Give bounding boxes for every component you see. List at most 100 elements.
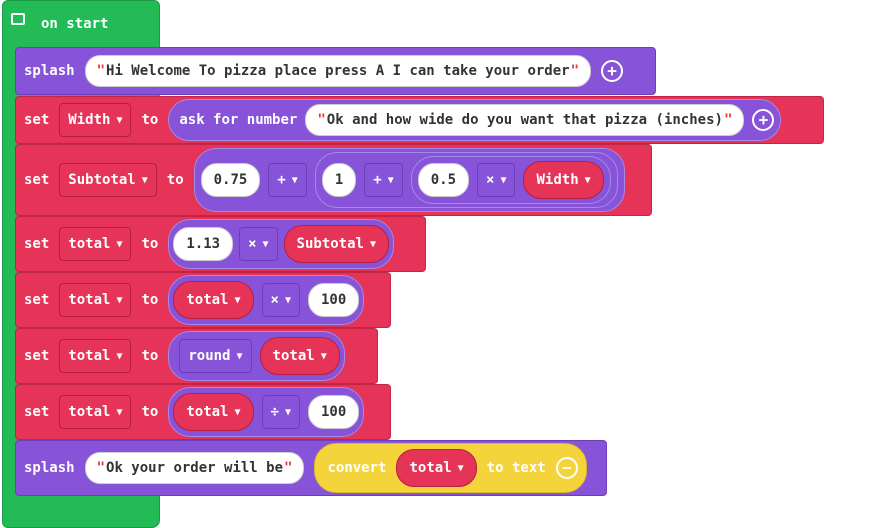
variable-reporter-total[interactable]: total ▼ xyxy=(259,337,340,375)
caret-down-icon: ▼ xyxy=(234,406,241,418)
caret-down-icon: ▼ xyxy=(500,174,507,186)
set-total-block[interactable]: set total ▼ to 1.13 × ▼ Subtotal ▼ xyxy=(15,216,426,272)
splash-text-input[interactable]: " Ok your order will be " xyxy=(84,452,305,484)
math-add-block-inner[interactable]: 1 + ▼ 0.5 × ▼ Width ▼ xyxy=(314,152,618,208)
to-keyword: to xyxy=(141,348,159,364)
variable-name: Width xyxy=(68,112,111,128)
operator-symbol: + xyxy=(277,172,286,188)
variable-name: total xyxy=(68,236,111,252)
operator-dropdown[interactable]: × ▼ xyxy=(477,163,516,197)
variable-dropdown-total[interactable]: total ▼ xyxy=(59,339,132,373)
variable-name: total xyxy=(186,404,229,420)
ask-for-number-block[interactable]: ask for number " Ok and how wide do you w… xyxy=(168,99,782,141)
set-total-block[interactable]: set total ▼ to total ▼ ÷ ▼ 100 xyxy=(15,384,391,440)
math-add-block[interactable]: 0.75 + ▼ 1 + ▼ 0.5 × ▼ Width ▼ xyxy=(193,148,625,212)
variable-reporter-width[interactable]: Width ▼ xyxy=(523,161,604,199)
caret-down-icon: ▼ xyxy=(387,174,394,186)
caret-down-icon: ▼ xyxy=(116,294,123,306)
variable-reporter-subtotal[interactable]: Subtotal ▼ xyxy=(283,225,389,263)
to-keyword: to xyxy=(141,236,159,252)
math-multiply-block[interactable]: 0.5 × ▼ Width ▼ xyxy=(410,156,611,204)
set-total-block[interactable]: set total ▼ to total ▼ × ▼ 100 xyxy=(15,272,391,328)
math-round-block[interactable]: round ▼ total ▼ xyxy=(168,331,345,381)
plus-circle-icon[interactable]: + xyxy=(601,60,624,82)
set-keyword: set xyxy=(24,172,50,188)
to-text-label: to text xyxy=(486,460,546,476)
set-keyword: set xyxy=(24,236,50,252)
operator-dropdown[interactable]: + ▼ xyxy=(268,163,307,197)
math-multiply-block[interactable]: 1.13 × ▼ Subtotal ▼ xyxy=(168,219,394,269)
ask-for-number-label: ask for number xyxy=(179,112,298,128)
splash-keyword: splash xyxy=(24,460,75,476)
set-keyword: set xyxy=(24,404,50,420)
splash-block[interactable]: splash " Ok your order will be " convert t… xyxy=(15,440,607,496)
caret-down-icon: ▼ xyxy=(369,238,376,250)
variable-dropdown-total[interactable]: total ▼ xyxy=(59,283,132,317)
math-multiply-block[interactable]: total ▼ × ▼ 100 xyxy=(168,275,365,325)
set-subtotal-block[interactable]: set Subtotal ▼ to 0.75 + ▼ 1 + ▼ 0.5 × ▼ Wid… xyxy=(15,144,652,216)
set-width-block[interactable]: set Width ▼ to ask for number " Ok and how… xyxy=(15,96,824,144)
ask-text-input[interactable]: " Ok and how wide do you want that pizza … xyxy=(305,104,745,136)
variable-name: total xyxy=(68,348,111,364)
variable-reporter-total[interactable]: total ▼ xyxy=(173,393,254,431)
caret-down-icon: ▼ xyxy=(116,406,123,418)
variable-dropdown-width[interactable]: Width ▼ xyxy=(59,103,132,137)
variable-reporter-total[interactable]: total ▼ xyxy=(396,449,477,487)
caret-down-icon: ▼ xyxy=(284,294,291,306)
caret-down-icon: ▼ xyxy=(234,294,241,306)
caret-down-icon: ▼ xyxy=(457,462,464,474)
math-divide-block[interactable]: total ▼ ÷ ▼ 100 xyxy=(168,387,365,437)
number-input[interactable]: 1 xyxy=(321,163,357,197)
convert-to-text-block[interactable]: convert total ▼ to text − xyxy=(314,443,587,493)
caret-down-icon: ▼ xyxy=(284,406,291,418)
caret-down-icon: ▼ xyxy=(141,174,148,186)
number-input[interactable]: 100 xyxy=(308,395,360,429)
set-keyword: set xyxy=(24,292,50,308)
splash-text-input[interactable]: " Hi Welcome To pizza place press A I can… xyxy=(84,55,592,87)
splash-block[interactable]: splash " Hi Welcome To pizza place press … xyxy=(15,47,656,95)
variable-name: total xyxy=(68,404,111,420)
operator-dropdown[interactable]: × ▼ xyxy=(239,227,278,261)
variable-dropdown-total[interactable]: total ▼ xyxy=(59,395,132,429)
to-keyword: to xyxy=(141,292,159,308)
caret-down-icon: ▼ xyxy=(116,114,123,126)
set-total-block[interactable]: set total ▼ to round ▼ total ▼ xyxy=(15,328,378,384)
caret-down-icon: ▼ xyxy=(262,238,269,250)
operator-dropdown[interactable]: + ▼ xyxy=(364,163,403,197)
to-keyword: to xyxy=(141,404,159,420)
operator-dropdown[interactable]: × ▼ xyxy=(261,283,300,317)
operator-symbol: + xyxy=(373,172,382,188)
variable-name: total xyxy=(68,292,111,308)
splash-text-value: Ok your order will be xyxy=(106,460,284,476)
minus-circle-icon[interactable]: − xyxy=(555,457,578,479)
caret-down-icon: ▼ xyxy=(291,174,298,186)
variable-reporter-total[interactable]: total ▼ xyxy=(173,281,254,319)
number-input[interactable]: 1.13 xyxy=(173,227,234,261)
operator-symbol: × xyxy=(486,172,495,188)
operator-symbol: × xyxy=(270,292,279,308)
comment-icon[interactable] xyxy=(11,13,25,25)
set-keyword: set xyxy=(24,112,50,128)
plus-circle-icon[interactable]: + xyxy=(752,109,775,131)
caret-down-icon: ▼ xyxy=(116,238,123,250)
to-keyword: to xyxy=(166,172,184,188)
function-name: round xyxy=(188,348,231,364)
operator-symbol: ÷ xyxy=(270,404,279,420)
caret-down-icon: ▼ xyxy=(236,350,243,362)
splash-text-value: Hi Welcome To pizza place press A I can … xyxy=(106,63,570,79)
variable-name: total xyxy=(409,460,452,476)
number-input[interactable]: 0.75 xyxy=(200,163,261,197)
variable-dropdown-total[interactable]: total ▼ xyxy=(59,227,132,261)
to-keyword: to xyxy=(141,112,159,128)
convert-label: convert xyxy=(327,460,387,476)
operator-dropdown[interactable]: ÷ ▼ xyxy=(261,395,300,429)
splash-keyword: splash xyxy=(24,63,75,79)
variable-dropdown-subtotal[interactable]: Subtotal ▼ xyxy=(59,163,157,197)
number-input[interactable]: 100 xyxy=(308,283,360,317)
number-input[interactable]: 0.5 xyxy=(417,163,470,197)
variable-name: total xyxy=(272,348,315,364)
round-function-dropdown[interactable]: round ▼ xyxy=(179,339,252,373)
variable-name: total xyxy=(186,292,229,308)
caret-down-icon: ▼ xyxy=(584,174,591,186)
operator-symbol: × xyxy=(248,236,257,252)
